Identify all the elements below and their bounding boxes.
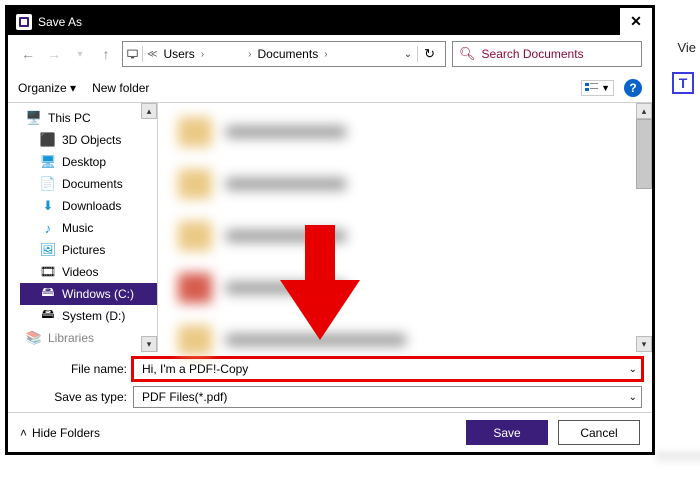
downloads-icon: ⬇ bbox=[40, 198, 56, 214]
list-scroll-down[interactable]: ▾ bbox=[636, 336, 652, 352]
hide-folders-toggle[interactable]: ˄ Hide Folders bbox=[20, 426, 100, 440]
new-folder-button[interactable]: New folder bbox=[92, 81, 149, 95]
dialog-body: ▴ 🖥️This PC ⬛3D Objects 🖥Desktop 📄Docume… bbox=[8, 103, 652, 352]
app-icon bbox=[16, 14, 32, 30]
save-as-dialog: Save As ✕ ← → ▾ ↑ ≪ Users › › Documents … bbox=[5, 5, 655, 455]
refresh-button[interactable]: ↻ bbox=[417, 46, 441, 62]
tree-downloads[interactable]: ⬇Downloads bbox=[20, 195, 157, 217]
nav-toolbar: ← → ▾ ↑ ≪ Users › › Documents › ⌄ ↻ 🔍︎ S… bbox=[8, 35, 652, 73]
desktop-icon: 🖥 bbox=[40, 154, 56, 170]
chevron-up-icon: ˄ bbox=[20, 426, 27, 440]
pictures-icon: 🖼 bbox=[40, 242, 56, 258]
drive-icon: 🖴 bbox=[40, 286, 56, 302]
tree-music[interactable]: ♪Music bbox=[20, 217, 157, 239]
pc-icon bbox=[127, 46, 143, 62]
close-button[interactable]: ✕ bbox=[620, 8, 652, 35]
host-menu-fragment: Vie bbox=[677, 40, 696, 55]
chevron-right-icon: › bbox=[248, 49, 251, 60]
titlebar: Save As ✕ bbox=[8, 8, 652, 35]
search-icon: 🔍︎ bbox=[459, 46, 476, 62]
nav-tree: ▴ 🖥️This PC ⬛3D Objects 🖥Desktop 📄Docume… bbox=[8, 103, 158, 352]
filename-dropdown[interactable]: ⌄ bbox=[629, 364, 637, 375]
breadcrumb-root-chevron[interactable]: ≪ bbox=[147, 49, 157, 60]
list-scroll-thumb[interactable] bbox=[636, 119, 652, 189]
save-form: File name: Hi, I'm a PDF!-Copy ⌄ Save as… bbox=[8, 352, 652, 408]
recent-locations-dropdown[interactable]: ▾ bbox=[70, 44, 90, 64]
filetype-dropdown[interactable]: ⌄ bbox=[629, 392, 637, 403]
breadcrumb-documents[interactable]: Documents bbox=[254, 47, 323, 61]
tree-documents[interactable]: 📄Documents bbox=[20, 173, 157, 195]
address-dropdown[interactable]: ⌄ bbox=[401, 49, 415, 60]
filetype-label: Save as type: bbox=[18, 390, 133, 404]
file-list-blurred bbox=[158, 103, 652, 352]
objects-icon: ⬛ bbox=[40, 132, 56, 148]
tree-videos[interactable]: 🎞Videos bbox=[20, 261, 157, 283]
pc-icon: 🖥️ bbox=[26, 110, 42, 126]
organize-menu[interactable]: Organize ▾ bbox=[18, 81, 76, 95]
list-scroll-up[interactable]: ▴ bbox=[636, 103, 652, 119]
text-tool-icon[interactable]: T bbox=[672, 72, 694, 94]
tree-scroll-down[interactable]: ▾ bbox=[141, 336, 157, 352]
command-toolbar: Organize ▾ New folder ▼ ? bbox=[8, 73, 652, 103]
tree-drive-c[interactable]: 🖴Windows (C:) bbox=[20, 283, 157, 305]
drive-icon: 🖴 bbox=[40, 308, 56, 324]
search-placeholder: Search Documents bbox=[482, 47, 584, 61]
chevron-right-icon: › bbox=[324, 49, 327, 60]
background-app: Vie T bbox=[664, 0, 700, 503]
libraries-icon: 📚 bbox=[26, 330, 42, 346]
breadcrumb-users[interactable]: Users bbox=[159, 47, 198, 61]
forward-button[interactable]: → bbox=[44, 44, 64, 64]
music-icon: ♪ bbox=[40, 220, 56, 236]
filetype-select[interactable]: PDF Files(*.pdf) ⌄ bbox=[133, 386, 642, 408]
tree-3d-objects[interactable]: ⬛3D Objects bbox=[20, 129, 157, 151]
filename-label: File name: bbox=[18, 362, 133, 376]
up-button[interactable]: ↑ bbox=[96, 44, 116, 64]
help-button[interactable]: ? bbox=[624, 79, 642, 97]
tree-this-pc[interactable]: 🖥️This PC bbox=[20, 107, 157, 129]
dialog-title: Save As bbox=[38, 15, 620, 29]
tree-pictures[interactable]: 🖼Pictures bbox=[20, 239, 157, 261]
view-options-button[interactable]: ▼ bbox=[581, 80, 614, 96]
dialog-footer: ˄ Hide Folders Save Cancel bbox=[8, 412, 652, 452]
dialog-shadow bbox=[656, 452, 700, 466]
save-button[interactable]: Save bbox=[466, 420, 548, 445]
address-bar[interactable]: ≪ Users › › Documents › ⌄ ↻ bbox=[122, 41, 446, 67]
documents-icon: 📄 bbox=[40, 176, 56, 192]
tree-scroll-up[interactable]: ▴ bbox=[141, 103, 157, 119]
tree-desktop[interactable]: 🖥Desktop bbox=[20, 151, 157, 173]
file-list[interactable]: ▴ ▾ bbox=[158, 103, 652, 352]
chevron-right-icon: › bbox=[201, 49, 204, 60]
search-input[interactable]: 🔍︎ Search Documents bbox=[452, 41, 642, 67]
tree-drive-d[interactable]: 🖴System (D:) bbox=[20, 305, 157, 327]
tree-libraries[interactable]: 📚Libraries bbox=[20, 327, 157, 349]
filename-input[interactable]: Hi, I'm a PDF!-Copy ⌄ bbox=[133, 358, 642, 380]
cancel-button[interactable]: Cancel bbox=[558, 420, 640, 445]
videos-icon: 🎞 bbox=[40, 264, 56, 280]
back-button[interactable]: ← bbox=[18, 44, 38, 64]
filetype-value: PDF Files(*.pdf) bbox=[142, 390, 227, 404]
filename-value: Hi, I'm a PDF!-Copy bbox=[142, 362, 248, 376]
